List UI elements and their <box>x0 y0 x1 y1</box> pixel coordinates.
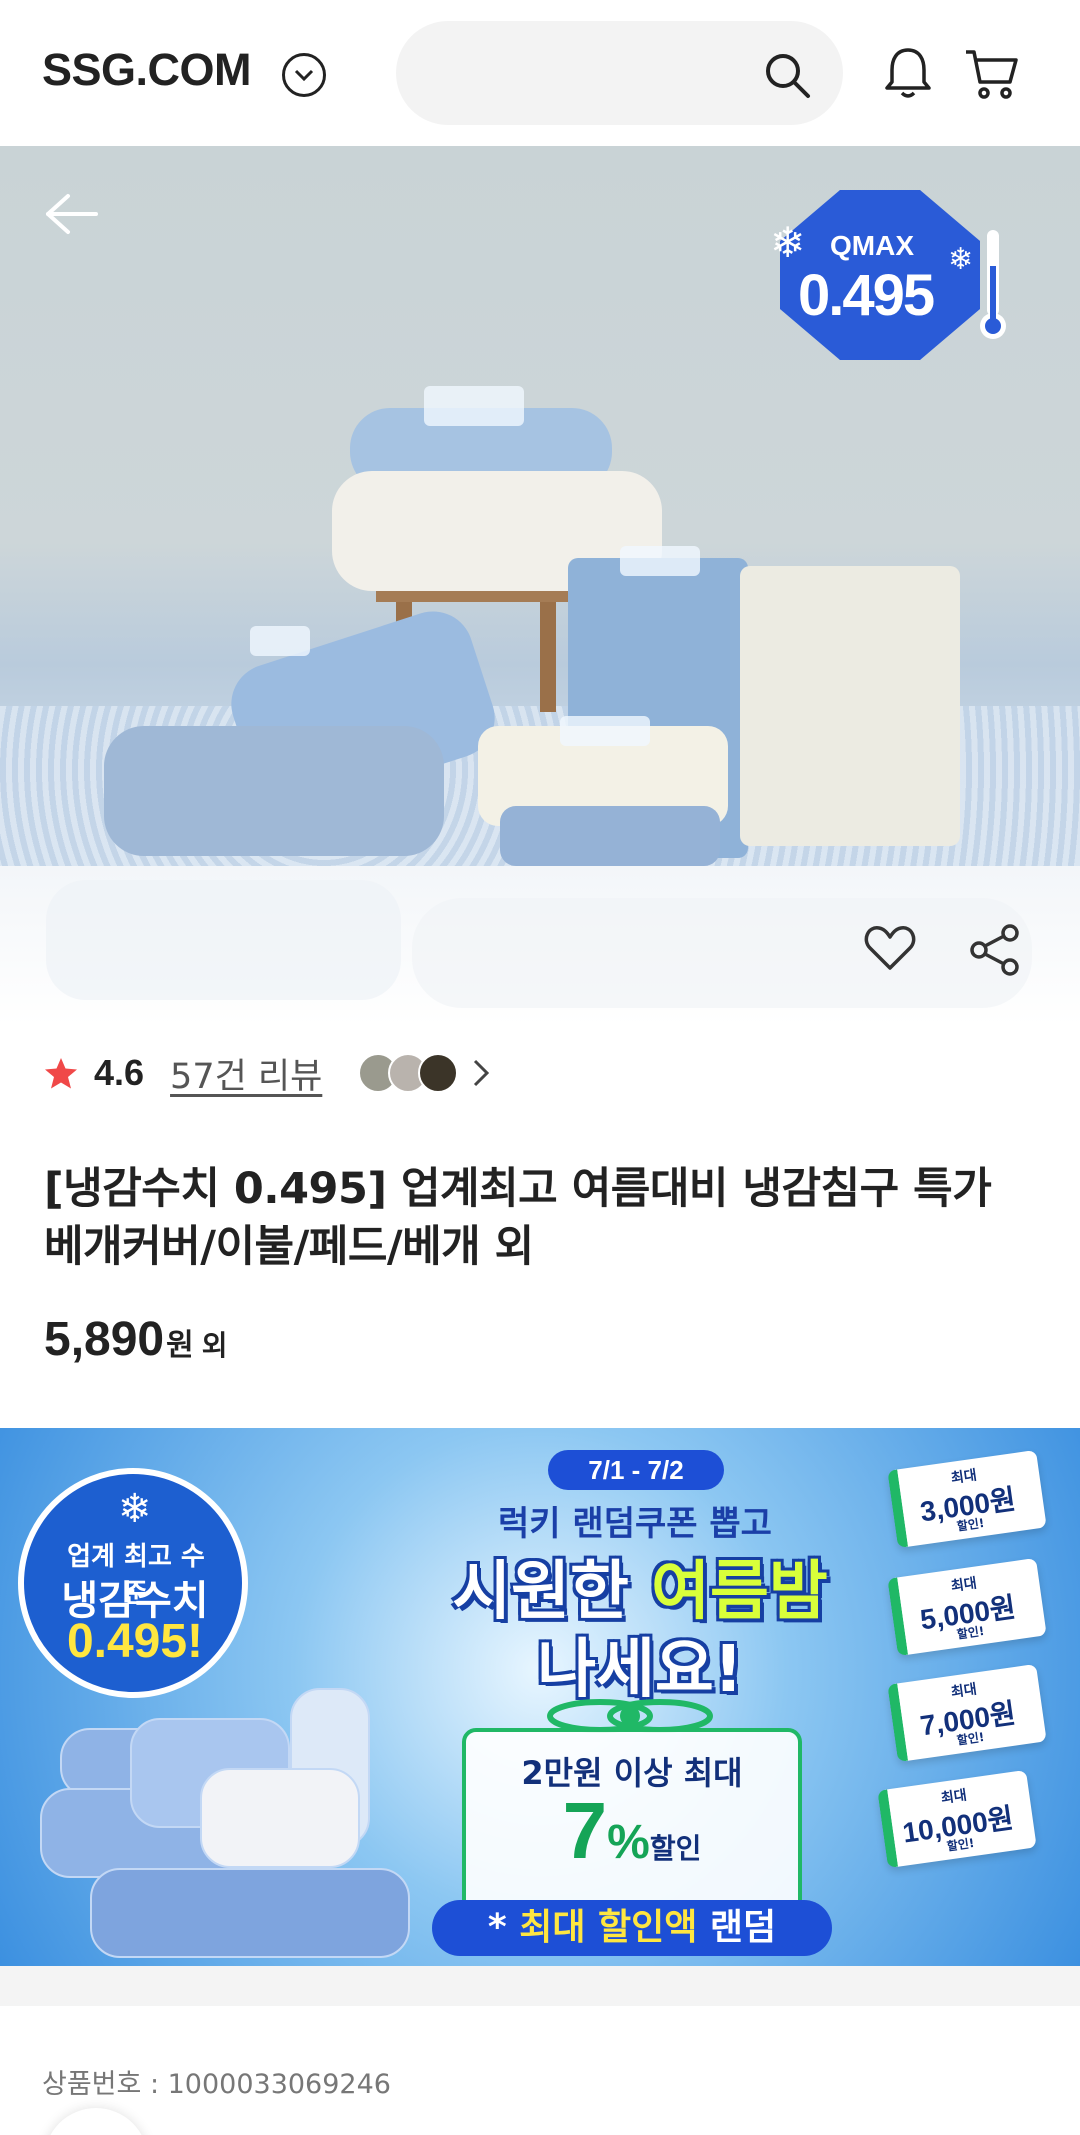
product-number: 상품번호 : 1000033069246 <box>42 2069 391 2100</box>
chevron-down-icon[interactable] <box>282 53 326 97</box>
snowflake-icon: ❄ <box>118 1486 152 1532</box>
search-icon[interactable] <box>763 51 811 99</box>
promo-banner[interactable]: ❄ 업계 최고 수준 냉감수치 0.495! 7/1 - 7/2 럭키 랜덤쿠폰… <box>0 1428 1080 1966</box>
blanket-white <box>740 566 960 846</box>
faded-pillow-decoration <box>46 880 401 1000</box>
section-divider <box>0 1966 1080 2006</box>
coupon-card: 최대 10,000원 할인! <box>877 1769 1037 1869</box>
search-bar[interactable] <box>396 21 843 125</box>
banner-subtitle: 럭키 랜덤쿠폰 뽑고 <box>498 1504 772 1544</box>
share-icon[interactable] <box>970 924 1020 976</box>
bell-icon[interactable] <box>884 46 932 100</box>
review-count-link[interactable]: 57건 리뷰 <box>170 1048 322 1099</box>
coupon-card: 최대 5,000원 할인! <box>887 1557 1047 1657</box>
qmax-label: QMAX <box>830 230 914 261</box>
price-unit: 원 <box>166 1328 194 1363</box>
qmax-badge: ❄ ❄ QMAX 0.495 <box>770 190 1020 360</box>
coupon-card: 최대 7,000원 할인! <box>887 1663 1047 1763</box>
banner-pillow <box>200 1768 360 1868</box>
search-input[interactable] <box>426 45 746 101</box>
snowflake-icon: ❄ <box>948 242 974 277</box>
price-number: 5,890 <box>44 1313 165 1366</box>
heart-icon[interactable] <box>864 924 916 972</box>
review-thumbnail[interactable] <box>418 1053 459 1093</box>
product-hero-image[interactable]: ❄ ❄ QMAX 0.495 <box>0 146 1080 866</box>
rating-row: 4.6 57건 리뷰 <box>44 1048 490 1098</box>
coupon-card: 최대 3,000원 할인! <box>887 1449 1047 1549</box>
faded-pillow-decoration <box>412 898 1032 1008</box>
ice-cubes <box>424 386 524 426</box>
ice-cubes <box>560 716 650 746</box>
back-arrow-icon[interactable] <box>44 192 100 236</box>
rating-score: 4.6 <box>94 1052 145 1093</box>
top-header: SSG.COM <box>0 0 1080 146</box>
ice-cubes <box>250 626 310 656</box>
ice-cubes <box>620 546 700 576</box>
banner-date: 7/1 - 7/2 <box>548 1450 724 1490</box>
product-title: [냉감수치 0.495] 업계최고 여름대비 냉감침구 특가 베개커버/이불/페… <box>44 1164 992 1272</box>
thermometer-icon <box>980 230 1006 339</box>
snowflake-icon: ❄ <box>770 218 806 267</box>
banner-pillow <box>90 1868 410 1958</box>
review-thumbnails[interactable] <box>358 1053 459 1093</box>
gift-discount: 7%할인 <box>562 1786 702 1875</box>
floating-button[interactable] <box>44 2108 148 2135</box>
pad-blue-folded <box>500 806 720 866</box>
cart-icon[interactable] <box>964 48 1020 100</box>
chevron-right-icon[interactable] <box>472 1058 490 1088</box>
ssg-logo[interactable]: SSG.COM <box>42 44 252 96</box>
banner-bottom-label: * 최대 할인액 랜덤 <box>432 1900 832 1956</box>
banner-circle-line3: 0.495! <box>66 1615 204 1668</box>
price-suffix: 외 <box>201 1329 228 1362</box>
star-icon <box>45 1058 77 1089</box>
product-price: 5,890 원 외 <box>44 1312 228 1367</box>
qmax-value: 0.495 <box>798 263 935 328</box>
pillow-blue-floor <box>104 726 444 856</box>
